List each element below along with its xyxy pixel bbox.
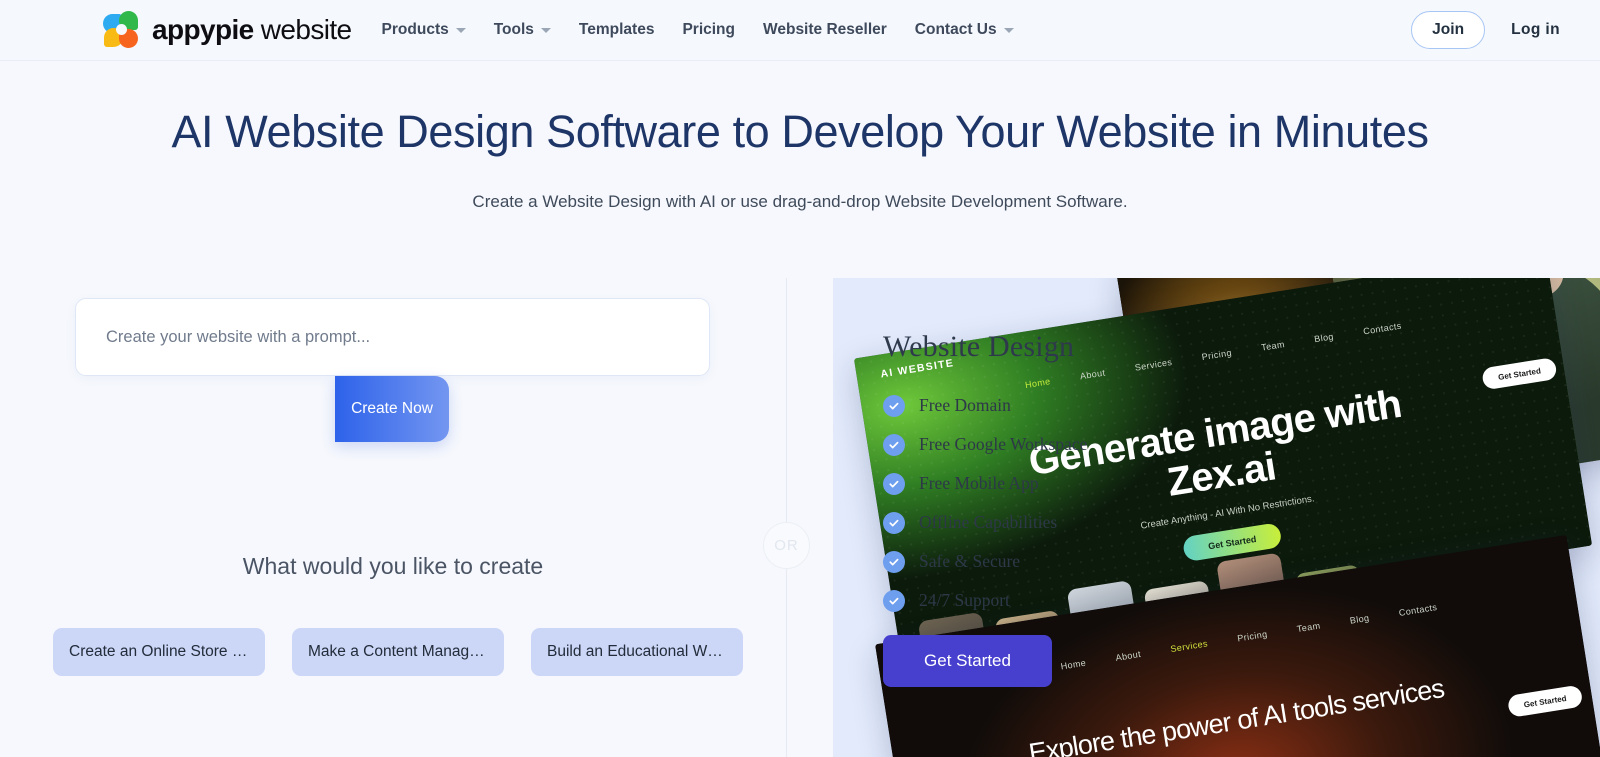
get-started-button[interactable]: Get Started bbox=[883, 635, 1052, 687]
nav-item-tools[interactable]: Tools bbox=[494, 21, 551, 39]
suggestion-chip-online-store[interactable]: Create an Online Store … bbox=[53, 628, 265, 676]
feature-label: Free Domain bbox=[919, 395, 1011, 415]
check-icon bbox=[883, 472, 905, 495]
mockup-nav-item: Pricing bbox=[1200, 347, 1233, 363]
brand-name-light: website bbox=[260, 14, 352, 45]
join-button[interactable]: Join bbox=[1411, 11, 1486, 49]
photo-flute-woman bbox=[1115, 278, 1368, 531]
main-nav: Products Tools Templates Pricing Website… bbox=[382, 21, 1412, 39]
suggestions-heading: What would you like to create bbox=[242, 553, 544, 579]
or-divider-badge: OR bbox=[763, 522, 810, 569]
nav-label: Contact Us bbox=[914, 21, 997, 38]
site-header: appypie website Products Tools Templates… bbox=[0, 0, 1600, 61]
mockup-nav-item: Services bbox=[1169, 638, 1209, 655]
mockup-thumbnail bbox=[1143, 580, 1220, 655]
appypie-flower-logo-icon bbox=[103, 11, 141, 49]
feature-item-support: 24/7 Support bbox=[883, 581, 1087, 620]
feature-list: Free Domain Free Google Workspace Free M… bbox=[883, 386, 1087, 620]
chevron-down-icon bbox=[540, 27, 551, 33]
check-icon bbox=[883, 394, 905, 417]
nav-label: Pricing bbox=[682, 21, 735, 38]
mockup-nav-item: Blog bbox=[1313, 331, 1335, 345]
feature-label: Safe & Secure bbox=[919, 551, 1021, 571]
feature-item-offline-capabilities: Offline Capabilities bbox=[883, 503, 1087, 542]
feature-item-mobile-app: Free Mobile App bbox=[883, 464, 1087, 503]
header-actions: Join Log in bbox=[1411, 11, 1560, 49]
brand-logo[interactable]: appypie website bbox=[103, 11, 352, 49]
mockup-nav-item: About bbox=[1079, 367, 1107, 382]
nav-label: Products bbox=[381, 21, 449, 38]
feature-label: Offline Capabilities bbox=[919, 512, 1058, 532]
mockup-corner-pill: Get Started bbox=[1481, 357, 1558, 391]
feature-label: 24/7 Support bbox=[919, 590, 1010, 610]
feature-item-google-workspace: Free Google Workspace bbox=[883, 425, 1087, 464]
check-icon bbox=[883, 589, 905, 612]
mockup-nav-item: Contacts bbox=[1362, 320, 1403, 337]
mockup-headline: Explore the power of AI tools services bbox=[1026, 673, 1447, 757]
mockup-nav-item: Services bbox=[1134, 356, 1173, 373]
mockup-nav-item: Blog bbox=[1349, 612, 1371, 626]
mockup-cta-button: Get Started bbox=[1181, 522, 1283, 563]
mockup-nav: Home About Services Pricing Team Blog Co… bbox=[1060, 602, 1438, 671]
mockup-nav-item: Home bbox=[1059, 657, 1087, 672]
check-icon bbox=[883, 550, 905, 573]
suggestion-chip-educational[interactable]: Build an Educational W… bbox=[531, 628, 743, 676]
mockup-nav-item: About bbox=[1114, 648, 1142, 663]
builder-stage: Create your website with a prompt... Cre… bbox=[0, 278, 1600, 757]
mockup-photo-strip bbox=[1115, 278, 1600, 531]
mockup-nav: Home About Services Pricing Team Blog Co… bbox=[1024, 321, 1402, 390]
brand-name-bold: appypie bbox=[152, 14, 254, 45]
mockup-thumbnail bbox=[1295, 564, 1370, 646]
hero-subtitle: Create a Website Design with AI or use d… bbox=[472, 191, 1128, 211]
nav-item-templates[interactable]: Templates bbox=[579, 21, 655, 39]
nav-label: Website Reseller bbox=[763, 21, 887, 38]
feature-item-safe-secure: Safe & Secure bbox=[883, 542, 1087, 581]
prompt-column: Create your website with a prompt... Cre… bbox=[0, 278, 786, 757]
login-link[interactable]: Log in bbox=[1511, 21, 1560, 39]
panel-title: Website Design bbox=[883, 330, 1075, 363]
mockup-nav-item: Team bbox=[1296, 620, 1322, 635]
page-title: AI Website Design Software to Develop Yo… bbox=[171, 106, 1429, 157]
check-icon bbox=[883, 433, 905, 456]
vertical-divider bbox=[786, 278, 787, 757]
mockup-thumbnail bbox=[1216, 552, 1295, 655]
check-icon bbox=[883, 511, 905, 534]
nav-item-products[interactable]: Products bbox=[382, 21, 466, 39]
nav-item-website-reseller[interactable]: Website Reseller bbox=[763, 21, 887, 39]
nav-item-contact-us[interactable]: Contact Us bbox=[915, 21, 1014, 39]
nav-label: Tools bbox=[493, 21, 534, 38]
photo-shouting-man bbox=[1325, 278, 1600, 497]
mockup-nav-item: Pricing bbox=[1236, 628, 1269, 644]
mockup-nav-item: Contacts bbox=[1398, 602, 1438, 618]
create-now-button[interactable]: Create Now bbox=[335, 376, 449, 442]
mockup-thumbnail bbox=[1371, 558, 1445, 634]
brand-wordmark: appypie website bbox=[152, 14, 352, 46]
chevron-down-icon bbox=[455, 27, 466, 33]
feature-label: Free Google Workspace bbox=[919, 434, 1088, 454]
nav-item-pricing[interactable]: Pricing bbox=[682, 21, 735, 39]
chevron-down-icon bbox=[1003, 27, 1014, 33]
feature-label: Free Mobile App bbox=[919, 473, 1039, 493]
prompt-input-box[interactable]: Create your website with a prompt... bbox=[75, 298, 710, 376]
nav-label: Templates bbox=[578, 21, 655, 38]
feature-item-free-domain: Free Domain bbox=[883, 386, 1087, 425]
suggestion-chip-cms[interactable]: Make a Content Manag… bbox=[292, 628, 504, 676]
mockup-corner-pill: Get Started bbox=[1506, 684, 1584, 718]
website-design-panel: Website Design Free Domain Free Google W… bbox=[833, 278, 1600, 757]
suggestion-chip-list: Create an Online Store … Make a Content … bbox=[53, 628, 743, 676]
prompt-placeholder-text: Create your website with a prompt... bbox=[106, 327, 371, 346]
hero-section: AI Website Design Software to Develop Yo… bbox=[0, 61, 1600, 212]
mockup-nav-item: Team bbox=[1260, 339, 1286, 353]
